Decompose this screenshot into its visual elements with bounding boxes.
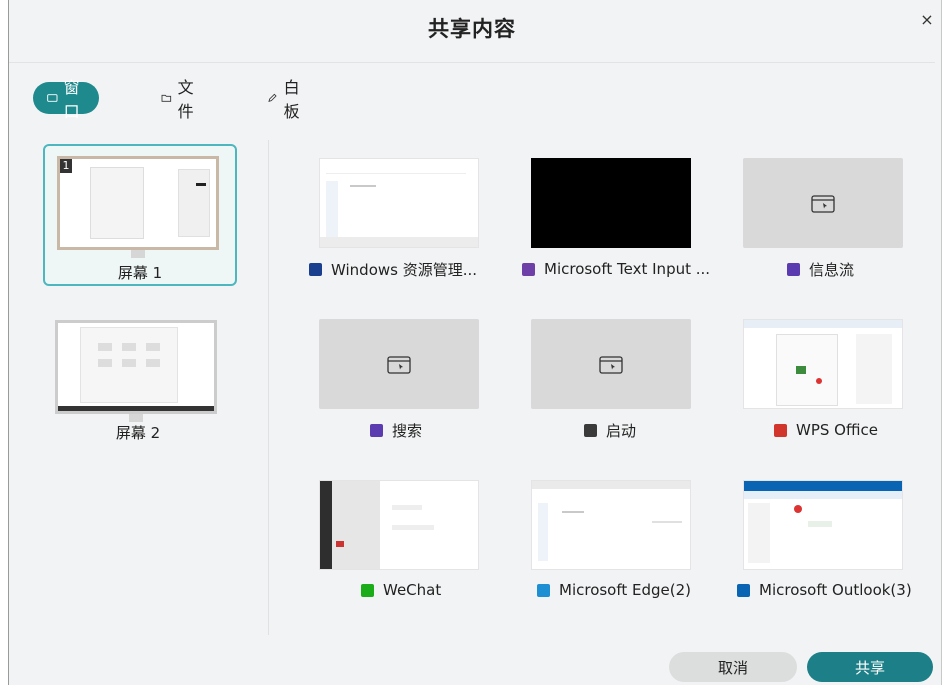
folder-icon [161,94,172,102]
window-label-row: WPS Office [774,420,878,440]
thumb-taskbar [58,406,214,411]
window-thumbnail [743,158,903,248]
window-label-row: WeChat [361,580,441,600]
monitor-stand [131,250,145,258]
window-title: Microsoft Outlook(3) [759,581,912,599]
wps-icon [774,423,787,437]
window-thumbnail [319,319,479,409]
window-thumbnail [531,480,691,570]
text-input-icon [522,262,535,276]
window-title: 搜索 [392,421,423,440]
window-label-row: 启动 [584,420,636,440]
window-thumbnail [743,480,903,570]
window-placeholder-icon [599,356,623,374]
tab-whiteboard-label: 白板 [283,78,300,121]
window-title: Windows 资源管理... [331,260,478,279]
startup-icon [584,423,597,437]
window-label-row: Microsoft Outlook(3) [737,580,912,600]
window-thumbnail [531,158,691,248]
screen-1-card[interactable]: 1 屏幕 1 [43,144,237,286]
thumb-tile [146,343,160,351]
explorer-icon [309,262,322,276]
share-content-dialog: 共享内容 × 窗口 文件 白板 1 屏幕 1 屏幕 2 Windows 资源管理… [8,0,942,685]
panel-divider [268,140,269,635]
thumb-mark [196,183,206,186]
cancel-button[interactable]: 取消 [669,652,797,682]
feed-icon [787,262,800,276]
window-label-row: 搜索 [370,420,422,440]
tab-window-label: 窗口 [63,78,80,121]
close-icon[interactable]: × [917,10,937,30]
window-thumbnail [319,480,479,570]
screen-2-label: 屏幕 2 [115,424,161,442]
thumb-tile [122,359,136,367]
thumb-tile [98,359,112,367]
window-title: Microsoft Text Input ... [544,260,711,278]
window-placeholder-icon [811,195,835,213]
monitor-stand [129,414,143,422]
outlook-icon [737,583,750,597]
window-title: WPS Office [796,421,878,439]
tab-window[interactable]: 窗口 [33,78,100,121]
window-placeholder-icon [387,356,411,374]
window-label-row: 信息流 [787,259,854,279]
window-title: 启动 [606,421,637,440]
screen-1-thumbnail: 1 [57,156,219,250]
window-label-row: Windows 资源管理... [309,259,477,279]
window-thumbnail [743,319,903,409]
share-button[interactable]: 共享 [807,652,933,682]
window-label-row: Microsoft Edge(2) [537,580,691,600]
dialog-title: 共享内容 [428,17,516,41]
window-thumbnail [531,319,691,409]
window-title: 信息流 [809,260,855,279]
pen-icon [268,93,277,102]
thumb-tile [146,359,160,367]
tab-whiteboard[interactable]: 白板 [267,78,305,121]
screen-2-thumbnail [55,320,217,414]
search-app-icon [370,423,383,437]
window-thumbnail [319,158,479,248]
wechat-icon [361,583,374,597]
screen-1-label: 屏幕 1 [117,264,163,282]
thumb-doc-page [90,167,144,239]
edge-icon [537,583,550,597]
header-divider [9,62,935,63]
window-icon [47,94,58,102]
window-label-row: Microsoft Text Input ... [522,259,710,279]
thumb-tile [122,343,136,351]
tab-file[interactable]: 文件 [161,78,199,121]
screen-number-badge: 1 [60,159,72,173]
screen-2-card[interactable]: 屏幕 2 [43,310,233,446]
thumb-side-panel [178,169,210,237]
window-title: WeChat [383,581,442,599]
tab-file-label: 文件 [177,78,194,121]
thumb-tile [98,343,112,351]
dialog-footer: 取消 共享 [9,635,935,685]
window-title: Microsoft Edge(2) [559,581,692,599]
